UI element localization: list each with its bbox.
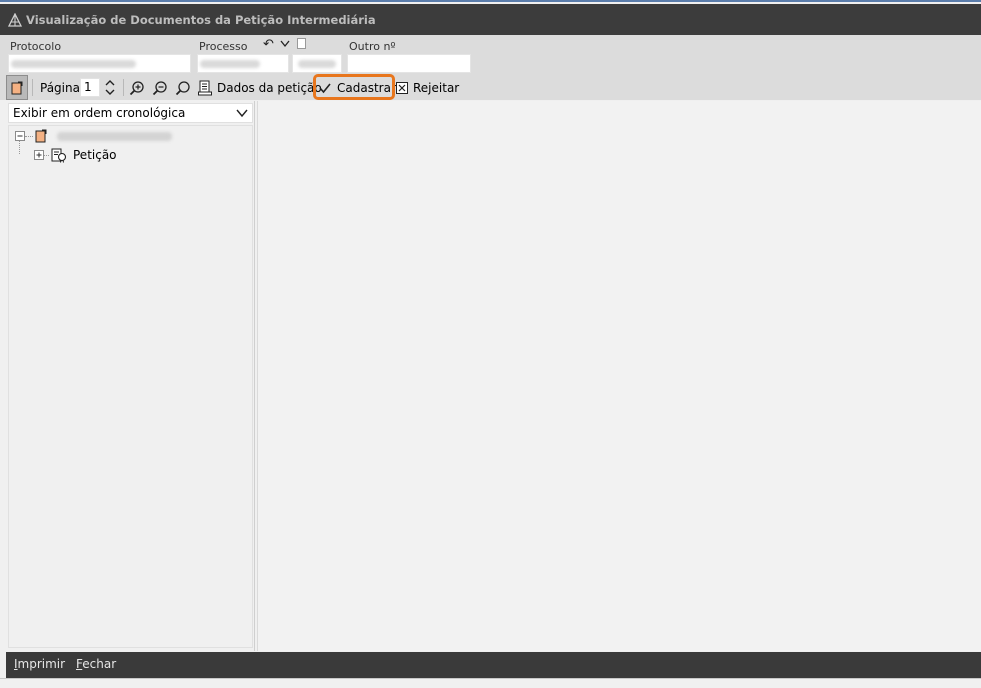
order-select-value: Exibir em ordem cronológica [13, 106, 186, 120]
tree-connector [44, 154, 49, 156]
tree-connector [19, 141, 20, 154]
redacted-value [200, 60, 260, 68]
imprimir-button[interactable]: Imprimir [14, 657, 65, 671]
reject-box-icon [396, 81, 408, 94]
zoom-out-icon [152, 80, 167, 95]
cadastrar-highlight-frame [313, 74, 395, 100]
zoom-fit-button[interactable] [175, 75, 191, 100]
header-fields: Protocolo Processo ↶ Outro nº [0, 35, 981, 75]
dados-peticao-label: Dados da petição [217, 80, 322, 95]
fechar-label: echar [82, 657, 117, 671]
window-bottom-edge [0, 678, 981, 688]
rejeitar-button[interactable]: Rejeitar [396, 75, 459, 100]
document-viewer[interactable] [257, 101, 981, 651]
redacted-value [298, 60, 336, 68]
page-number-input[interactable]: 1 [80, 78, 100, 97]
dados-peticao-button[interactable]: Dados da petição [198, 75, 322, 100]
tree-root-node[interactable] [15, 129, 172, 143]
toolbar-separator [123, 79, 124, 96]
fechar-button[interactable]: Fechar [76, 657, 116, 671]
toolbar-separator [32, 79, 33, 96]
processo-field[interactable] [197, 54, 289, 73]
petition-data-icon [198, 80, 212, 95]
signed-document-icon [51, 148, 67, 163]
protocolo-label: Protocolo [10, 40, 62, 53]
toolbar: Página 1 Dados da petição Cadastrar Reje… [0, 75, 981, 100]
chevron-down-icon [236, 109, 248, 118]
outro-numero-field[interactable] [347, 54, 471, 73]
document-tree-toggle-button[interactable] [6, 75, 28, 100]
zoom-in-button[interactable] [129, 75, 145, 100]
document-tree-panel: Exibir em ordem cronológica Petição [6, 101, 255, 651]
folder-document-icon [11, 81, 23, 94]
outro-numero-label: Outro nº [349, 40, 396, 53]
pagina-label-wrap: Página [40, 75, 80, 100]
zoom-out-button[interactable] [152, 75, 168, 100]
chevron-down-icon[interactable] [280, 40, 290, 48]
document-icon[interactable] [297, 38, 306, 49]
protocolo-field[interactable] [8, 54, 191, 73]
order-select[interactable]: Exibir em ordem cronológica [8, 103, 253, 123]
expand-icon[interactable] [34, 150, 44, 160]
tree-connector [25, 135, 33, 137]
window-title: Visualização de Documentos da Petição In… [26, 12, 376, 27]
collapse-icon[interactable] [15, 131, 25, 141]
pagina-label: Página [40, 80, 80, 95]
window: Visualização de Documentos da Petição In… [0, 0, 981, 688]
rejeitar-label: Rejeitar [413, 80, 460, 95]
redacted-tree-label [57, 131, 172, 141]
document-tree: Petição [8, 125, 253, 648]
magnifier-icon [175, 80, 190, 95]
processo-label: Processo [199, 40, 248, 53]
processo-suffix-field[interactable] [292, 54, 342, 73]
tree-node-peticao[interactable]: Petição [34, 147, 117, 163]
imprimir-label: mprimir [17, 657, 66, 671]
tree-node-label: Petição [73, 148, 117, 162]
page-spinner[interactable] [104, 78, 116, 97]
zoom-in-icon [129, 80, 144, 95]
folder-document-icon [35, 129, 47, 143]
undo-arrow-icon[interactable]: ↶ [263, 37, 274, 52]
title-bar: Visualização de Documentos da Petição In… [0, 4, 981, 35]
redacted-value [11, 60, 136, 68]
app-logo-icon [8, 12, 22, 27]
bottom-bar: Imprimir Fechar [6, 652, 981, 678]
